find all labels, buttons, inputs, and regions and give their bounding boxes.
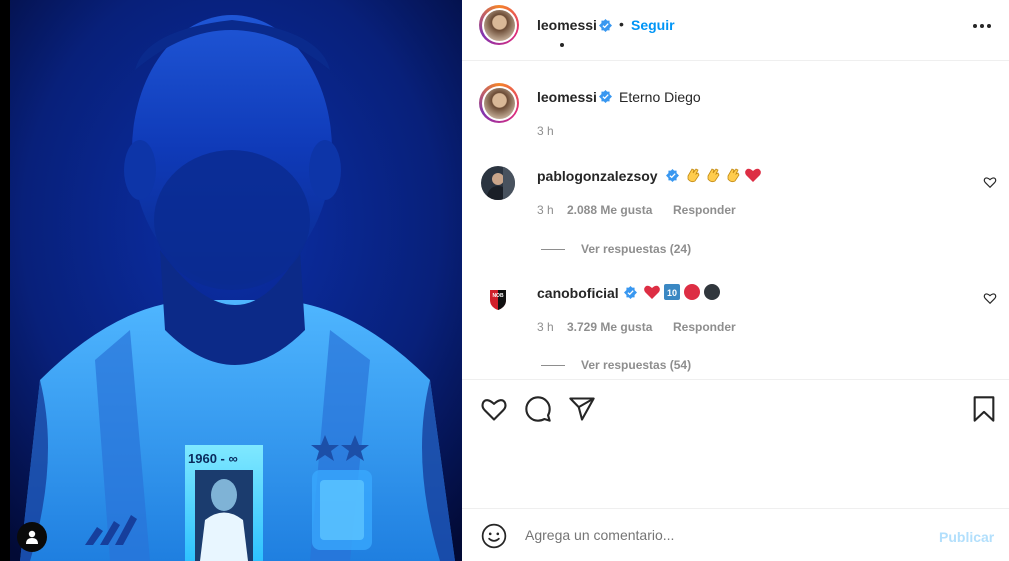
- comment-username[interactable]: pablogonzalezsoy: [537, 168, 658, 184]
- clap-icon: [727, 168, 740, 183]
- comment-timestamp[interactable]: 3 h: [537, 320, 554, 334]
- actions-divider: [462, 379, 1009, 380]
- follow-button[interactable]: Seguir: [631, 17, 675, 33]
- comment-input[interactable]: [525, 527, 905, 543]
- commenter-avatar[interactable]: NOB: [481, 281, 515, 315]
- verified-badge-icon: [599, 19, 612, 32]
- verified-badge-icon: [624, 286, 637, 299]
- keycap-10-icon: 10: [664, 284, 680, 300]
- reply-button[interactable]: Responder: [673, 203, 736, 217]
- comment-likes-count[interactable]: 3.729 Me gusta: [567, 320, 652, 334]
- comment-emojis: 10: [643, 283, 721, 301]
- comment-icon[interactable]: [524, 395, 552, 423]
- clap-icon: [687, 168, 700, 183]
- view-replies-button[interactable]: Ver respuestas (54): [541, 358, 691, 372]
- publish-button[interactable]: Publicar: [939, 529, 994, 545]
- comment-emojis: [684, 166, 762, 184]
- caption-text: Eterno Diego: [619, 89, 701, 105]
- svg-text:NOB: NOB: [492, 293, 504, 299]
- post-sidebar: leomessi • Seguir leomessi Eterno Diego …: [462, 0, 1009, 561]
- location-dot: [560, 43, 564, 47]
- view-replies-label: Ver respuestas (54): [581, 358, 692, 372]
- comment-username[interactable]: canoboficial: [537, 285, 619, 301]
- more-options-icon[interactable]: [973, 24, 991, 28]
- verified-badge-icon: [599, 90, 612, 103]
- share-icon[interactable]: [568, 395, 596, 423]
- add-comment-bar: Publicar: [462, 508, 1009, 561]
- author-username[interactable]: leomessi: [537, 17, 597, 33]
- red-circle-icon: [684, 284, 700, 300]
- caption-timestamp[interactable]: 3 h: [537, 124, 554, 138]
- heart-emoji-icon: [745, 168, 761, 182]
- verified-badge-icon: [666, 169, 679, 182]
- heart-emoji-icon: [644, 285, 660, 299]
- comment-like-heart-icon[interactable]: [983, 291, 997, 305]
- caption-avatar[interactable]: [479, 83, 519, 123]
- black-circle-icon: [704, 284, 720, 300]
- view-replies-label: Ver respuestas (24): [581, 242, 692, 256]
- tagged-users-button[interactable]: [17, 522, 47, 552]
- caption-username[interactable]: leomessi: [537, 89, 597, 105]
- user-icon: [26, 530, 38, 544]
- shirt-print-text: 1960 - ∞: [188, 451, 238, 466]
- comment-like-heart-icon[interactable]: [983, 175, 997, 189]
- reply-button[interactable]: Responder: [673, 320, 736, 334]
- emoji-picker-icon[interactable]: [481, 523, 507, 549]
- author-avatar[interactable]: [479, 5, 519, 45]
- save-bookmark-icon[interactable]: [970, 395, 998, 423]
- clap-icon: [707, 168, 720, 183]
- commenter-avatar[interactable]: [481, 166, 515, 200]
- view-replies-button[interactable]: Ver respuestas (24): [541, 242, 691, 256]
- like-heart-icon[interactable]: [480, 395, 508, 423]
- svg-text:10: 10: [667, 288, 677, 298]
- header-divider: [462, 60, 1009, 61]
- post-media[interactable]: 1960 - ∞: [0, 0, 462, 561]
- comment-likes-count[interactable]: 2.088 Me gusta: [567, 203, 652, 217]
- comment-timestamp[interactable]: 3 h: [537, 203, 554, 217]
- header-separator: •: [619, 16, 624, 32]
- post-image: 1960 - ∞: [0, 0, 462, 561]
